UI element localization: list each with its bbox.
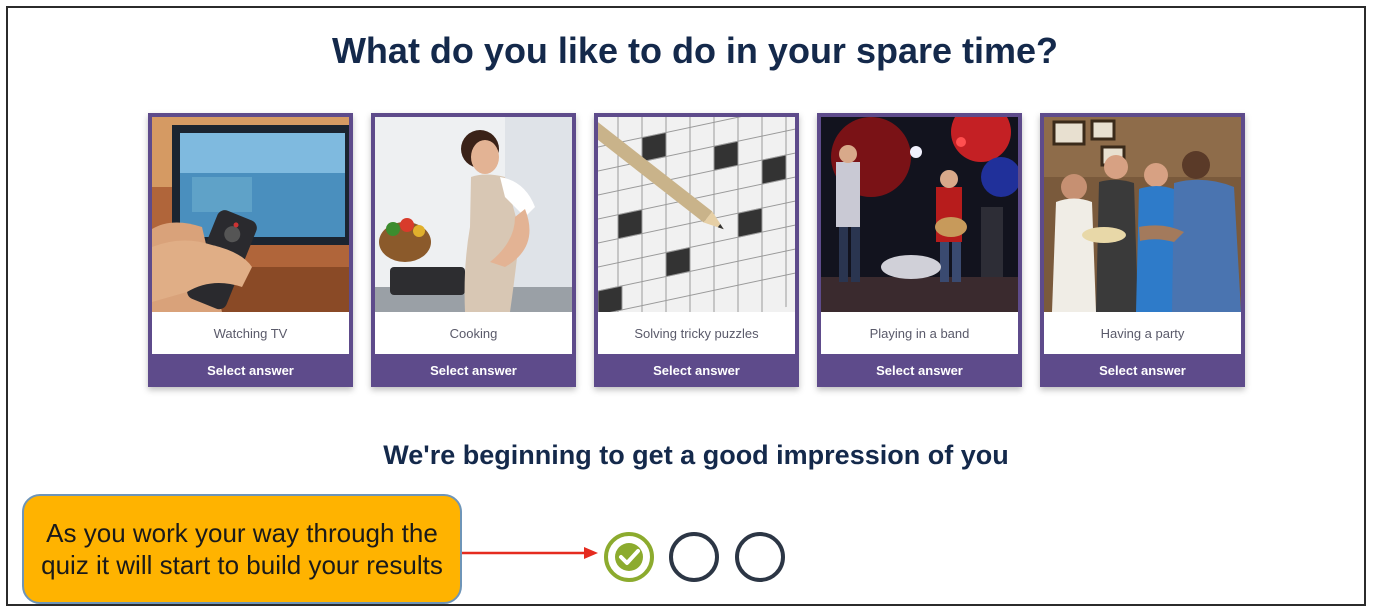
answer-label: Solving tricky puzzles (598, 312, 795, 354)
select-answer-button[interactable]: Select answer (594, 354, 799, 387)
cooking-image (375, 117, 572, 312)
answer-card-party[interactable]: Having a party Select answer (1040, 113, 1245, 387)
progress-message: We're beginning to get a good impression… (383, 440, 1009, 470)
crossword-image (598, 117, 795, 312)
step-pending-circle (735, 532, 785, 582)
band-image (821, 117, 1018, 312)
question-heading: What do you like to do in your spare tim… (331, 30, 1059, 71)
step-pending-circle (669, 532, 719, 582)
watching-tv-image (152, 117, 349, 312)
annotation-arrow-icon (462, 547, 598, 559)
annotation-text: As you work your way through the quiz it… (41, 518, 443, 580)
answer-card-puzzles[interactable]: Solving tricky puzzles Select answer (594, 113, 799, 387)
answer-label: Cooking (375, 312, 572, 354)
answer-label: Playing in a band (821, 312, 1018, 354)
answer-card-band[interactable]: Playing in a band Select answer (817, 113, 1022, 387)
select-answer-button[interactable]: Select answer (817, 354, 1022, 387)
answer-label: Watching TV (152, 312, 349, 354)
step-completed-check-icon (604, 532, 654, 582)
answer-label: Having a party (1044, 312, 1241, 354)
answer-card-cooking[interactable]: Cooking Select answer (371, 113, 576, 387)
answer-cards: Watching TV Select answer Cooking Select… (148, 113, 1248, 388)
select-answer-button[interactable]: Select answer (148, 354, 353, 387)
party-image (1044, 117, 1241, 312)
select-answer-button[interactable]: Select answer (1040, 354, 1245, 387)
progress-steps (602, 530, 788, 584)
annotation-callout: As you work your way through the quiz it… (22, 494, 462, 604)
select-answer-button[interactable]: Select answer (371, 354, 576, 387)
answer-card-watching-tv[interactable]: Watching TV Select answer (148, 113, 353, 387)
